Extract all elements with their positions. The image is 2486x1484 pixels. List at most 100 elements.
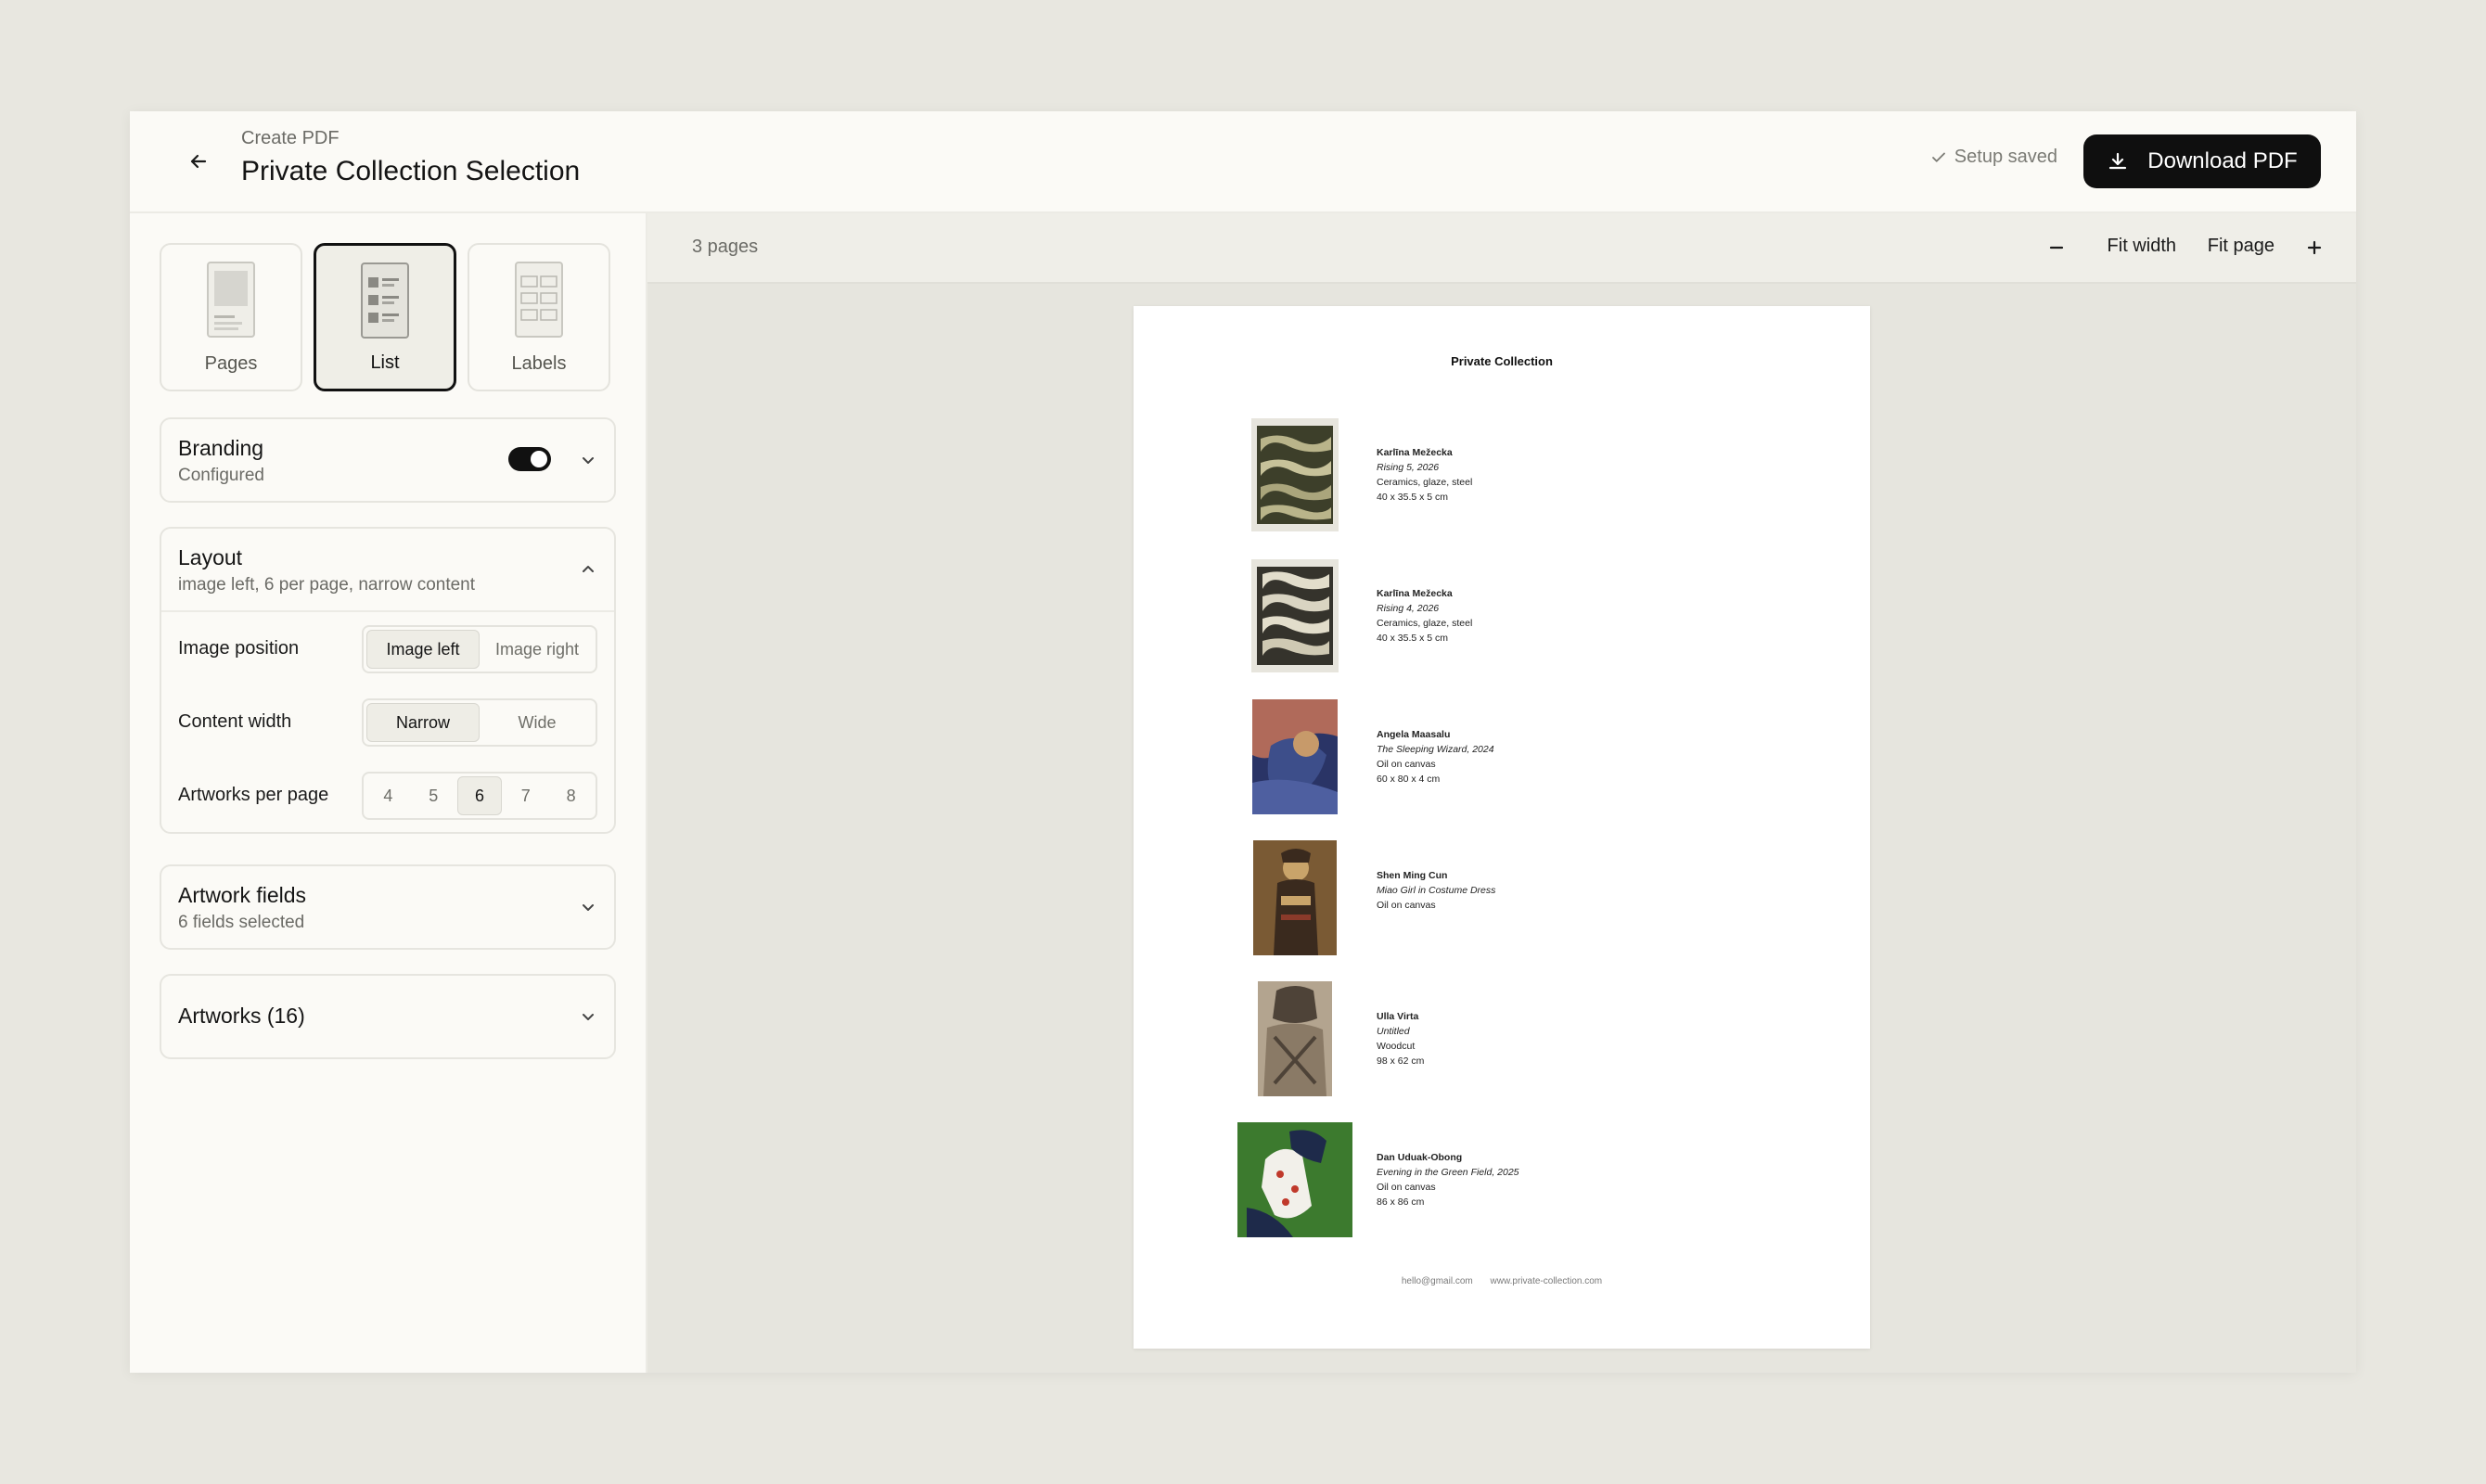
app-window: Create PDF Private Collection Selection … <box>130 111 2356 1373</box>
artwork-image <box>1253 840 1337 955</box>
artwork-medium: Oil on canvas <box>1377 759 1436 770</box>
content-width-label: Content width <box>178 711 292 732</box>
page-title: Private Collection Selection <box>241 156 581 186</box>
artwork-entry: Shen Ming Cun Miao Girl in Costume Dress… <box>1237 840 1794 955</box>
image-position-row: Image position Image left Image right <box>161 612 614 685</box>
per-page-option-8[interactable]: 8 <box>549 776 593 815</box>
mode-pages-label: Pages <box>204 353 258 374</box>
chevron-down-icon[interactable] <box>579 451 597 469</box>
artwork-artist: Shen Ming Cun <box>1377 870 1448 881</box>
mode-pages[interactable]: Pages <box>160 243 302 391</box>
artwork-info: Karlīna Mežecka Rising 4, 2026 Ceramics,… <box>1377 586 1472 646</box>
artwork-artist: Ulla Virta <box>1377 1011 1419 1022</box>
artwork-title: Evening in the Green Field, 2025 <box>1377 1167 1519 1178</box>
artwork-medium: Ceramics, glaze, steel <box>1377 618 1473 629</box>
layout-panel: Layout image left, 6 per page, narrow co… <box>160 527 616 834</box>
mode-labels-label: Labels <box>511 353 567 374</box>
artwork-fields-header[interactable]: Artwork fields 6 fields selected <box>161 866 614 948</box>
artwork-entry: Ulla Virta Untitled Woodcut 98 x 62 cm <box>1237 981 1794 1096</box>
footer-website: www.private-collection.com <box>1490 1276 1603 1286</box>
document-footer: hello@gmail.com www.private-collection.c… <box>1134 1276 1870 1286</box>
plus-icon <box>2307 240 2322 255</box>
image-left-option[interactable]: Image left <box>366 630 480 669</box>
artwork-thumbnail <box>1237 981 1352 1096</box>
artwork-info: Shen Ming Cun Miao Girl in Costume Dress… <box>1377 868 1495 913</box>
per-page-option-4[interactable]: 4 <box>366 776 410 815</box>
artwork-medium: Woodcut <box>1377 1041 1416 1052</box>
artwork-thumbnail <box>1237 558 1352 673</box>
content-width-segmented: Narrow Wide <box>362 698 597 747</box>
image-position-label: Image position <box>178 638 300 659</box>
layout-panel-body: Image position Image left Image right Co… <box>161 610 614 832</box>
artwork-thumbnail <box>1237 1122 1352 1237</box>
artwork-info: Dan Uduak-Obong Evening in the Green Fie… <box>1377 1150 1519 1209</box>
artwork-entry: Angela Maasalu The Sleeping Wizard, 2024… <box>1237 699 1794 814</box>
artwork-info: Angela Maasalu The Sleeping Wizard, 2024… <box>1377 727 1494 787</box>
mode-list-label: List <box>370 352 400 373</box>
artwork-medium: Ceramics, glaze, steel <box>1377 477 1473 488</box>
back-button[interactable] <box>176 139 221 184</box>
chevron-up-icon[interactable] <box>579 560 597 579</box>
download-pdf-button[interactable]: Download PDF <box>2083 134 2321 188</box>
arrow-left-icon <box>190 154 207 169</box>
per-page-option-5[interactable]: 5 <box>412 776 455 815</box>
artwork-entry: Dan Uduak-Obong Evening in the Green Fie… <box>1237 1122 1794 1237</box>
chevron-down-icon[interactable] <box>579 1007 597 1026</box>
layout-panel-header[interactable]: Layout image left, 6 per page, narrow co… <box>161 529 614 610</box>
layout-title: Layout <box>178 545 243 569</box>
artwork-thumbnail <box>1237 840 1352 955</box>
artwork-artist: Angela Maasalu <box>1377 729 1451 740</box>
wide-option[interactable]: Wide <box>481 703 593 742</box>
artwork-info: Ulla Virta Untitled Woodcut 98 x 62 cm <box>1377 1009 1424 1068</box>
breadcrumb: Create PDF <box>241 128 340 148</box>
mode-labels[interactable]: Labels <box>468 243 610 391</box>
zoom-in-button[interactable] <box>2300 234 2328 262</box>
zoom-out-button[interactable] <box>2043 234 2070 262</box>
artwork-size: 98 x 62 cm <box>1377 1055 1425 1067</box>
branding-toggle[interactable] <box>508 447 551 471</box>
branding-panel-header[interactable]: Branding Configured <box>161 419 614 501</box>
preview-area: 3 pages Fit width Fit page Private Colle… <box>647 213 2356 1373</box>
artworks-title: Artworks (16) <box>178 1004 305 1028</box>
artwork-image <box>1252 699 1338 814</box>
artworks-header[interactable]: Artworks (16) <box>161 976 614 1057</box>
settings-sidebar: Pages List Labels Branding Configured La… <box>130 213 647 1373</box>
artwork-entry: Karlīna Mežecka Rising 5, 2026 Ceramics,… <box>1237 417 1794 532</box>
fit-width-button[interactable]: Fit width <box>2108 236 2176 257</box>
header-bar: Create PDF Private Collection Selection … <box>130 111 2356 213</box>
artwork-size: 40 x 35.5 x 5 cm <box>1377 492 1449 503</box>
per-page-row: Artworks per page 4 5 6 7 8 <box>161 759 614 832</box>
save-status-text: Setup saved <box>1954 147 2057 167</box>
layout-subtitle: image left, 6 per page, narrow content <box>178 575 476 595</box>
fit-page-button[interactable]: Fit page <box>2208 236 2275 257</box>
artwork-thumbnail <box>1237 699 1352 814</box>
labels-layout-icon <box>515 262 563 338</box>
save-status: Setup saved <box>1930 147 2057 168</box>
pdf-page-preview: Private Collection Karlīna Mežecka Risin… <box>1134 306 1870 1349</box>
mode-list[interactable]: List <box>314 243 456 391</box>
narrow-option[interactable]: Narrow <box>366 703 480 742</box>
artwork-size: 60 x 80 x 4 cm <box>1377 774 1441 785</box>
artwork-fields-title: Artwork fields <box>178 883 307 907</box>
artwork-fields-subtitle: 6 fields selected <box>178 913 305 932</box>
artwork-size: 40 x 35.5 x 5 cm <box>1377 633 1449 644</box>
minus-icon <box>2049 246 2064 249</box>
per-page-segmented: 4 5 6 7 8 <box>362 772 597 820</box>
per-page-option-7[interactable]: 7 <box>504 776 547 815</box>
list-layout-icon <box>361 262 409 339</box>
content-width-row: Content width Narrow Wide <box>161 685 614 759</box>
footer-email: hello@gmail.com <box>1401 1276 1473 1286</box>
image-position-segmented: Image left Image right <box>362 625 597 673</box>
branding-title: Branding <box>178 436 264 460</box>
artworks-panel: Artworks (16) <box>160 974 616 1059</box>
per-page-option-6[interactable]: 6 <box>456 776 503 815</box>
artwork-title: The Sleeping Wizard, 2024 <box>1377 744 1494 755</box>
artwork-info: Karlīna Mežecka Rising 5, 2026 Ceramics,… <box>1377 445 1472 505</box>
download-pdf-label: Download PDF <box>2147 148 2298 173</box>
image-right-option[interactable]: Image right <box>481 630 593 669</box>
artwork-artist: Karlīna Mežecka <box>1377 447 1453 458</box>
artwork-entry: Karlīna Mežecka Rising 4, 2026 Ceramics,… <box>1237 558 1794 673</box>
artwork-medium: Oil on canvas <box>1377 900 1436 911</box>
chevron-down-icon[interactable] <box>579 898 597 916</box>
artwork-image <box>1258 981 1332 1096</box>
